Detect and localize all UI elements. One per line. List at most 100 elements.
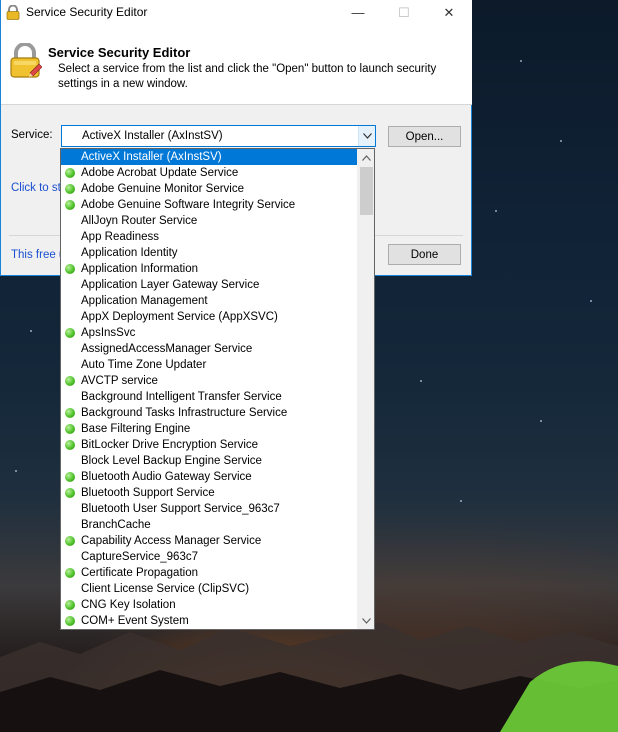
star — [520, 60, 522, 62]
service-list-item-label: Capability Access Manager Service — [81, 535, 262, 547]
service-list-item-label: Adobe Genuine Software Integrity Service — [81, 199, 296, 211]
star — [540, 420, 542, 422]
service-list-item-label: Application Layer Gateway Service — [81, 279, 260, 291]
header-description: Select a service from the list and click… — [58, 63, 437, 90]
service-label: Service: — [11, 129, 53, 141]
running-status-icon — [65, 600, 75, 610]
done-button[interactable]: Done — [388, 244, 461, 265]
star — [590, 300, 592, 302]
service-list-item-label: Certificate Propagation — [81, 567, 198, 579]
running-status-icon — [65, 616, 75, 626]
service-list-item[interactable]: Adobe Acrobat Update Service — [61, 165, 357, 181]
service-list-item-label: BitLocker Drive Encryption Service — [81, 439, 259, 451]
running-status-icon — [65, 440, 75, 450]
service-list-item-label: App Readiness — [81, 231, 159, 243]
service-list-item[interactable]: CaptureService_963c7 — [61, 549, 357, 565]
close-button[interactable]: ✕ — [426, 0, 472, 25]
service-list-item-label: Adobe Genuine Monitor Service — [81, 183, 245, 195]
service-list-item-label: Application Identity — [81, 247, 178, 259]
running-status-icon — [65, 184, 75, 194]
service-list-item[interactable]: AVCTP service — [61, 373, 357, 389]
service-list-item[interactable]: Application Layer Gateway Service — [61, 277, 357, 293]
service-list-item[interactable]: Background Tasks Infrastructure Service — [61, 405, 357, 421]
service-list-item[interactable]: CNG Key Isolation — [61, 597, 357, 613]
service-list-item-label: AssignedAccessManager Service — [81, 343, 253, 355]
scrollbar[interactable] — [357, 149, 374, 629]
star — [460, 500, 462, 502]
service-list-item[interactable]: Background Intelligent Transfer Service — [61, 389, 357, 405]
service-list-item[interactable]: Client License Service (ClipSVC) — [61, 581, 357, 597]
service-list-item[interactable]: AllJoyn Router Service — [61, 213, 357, 229]
running-status-icon — [65, 568, 75, 578]
service-dropdown-list[interactable]: ActiveX Installer (AxInstSV) Adobe Acroba… — [60, 148, 375, 630]
running-status-icon — [65, 472, 75, 482]
running-status-icon — [65, 424, 75, 434]
free-utility-link[interactable]: This free u — [11, 249, 65, 261]
scroll-down-arrow-icon[interactable] — [358, 612, 374, 629]
service-list-item-label: Base Filtering Engine — [81, 423, 191, 435]
service-list-item-label: Application Management — [81, 295, 208, 307]
chevron-down-icon[interactable] — [358, 126, 375, 146]
scrollbar-thumb[interactable] — [360, 167, 373, 215]
service-list-item[interactable]: Auto Time Zone Updater — [61, 357, 357, 373]
padlock-pencil-icon — [8, 42, 43, 82]
service-list-item[interactable]: AppX Deployment Service (AppXSVC) — [61, 309, 357, 325]
service-list-item-label: CNG Key Isolation — [81, 599, 176, 611]
header-title: Service Security Editor — [48, 45, 191, 60]
service-list-item[interactable]: Base Filtering Engine — [61, 421, 357, 437]
service-list-item[interactable]: AssignedAccessManager Service — [61, 341, 357, 357]
service-list-item[interactable]: Bluetooth Audio Gateway Service — [61, 469, 357, 485]
service-list-item[interactable]: COM+ Event System — [61, 613, 357, 629]
service-list-item[interactable]: Bluetooth Support Service — [61, 485, 357, 501]
service-list-item-label: Bluetooth Support Service — [81, 487, 215, 499]
running-status-icon — [65, 536, 75, 546]
title-bar[interactable]: Service Security Editor — ☐ ✕ — [1, 0, 472, 25]
service-list-item-label: AVCTP service — [81, 375, 158, 387]
running-status-icon — [65, 168, 75, 178]
open-button[interactable]: Open... — [388, 126, 461, 147]
service-list-item-label: ActiveX Installer (AxInstSV) — [81, 151, 222, 163]
scroll-up-arrow-icon[interactable] — [358, 149, 374, 166]
service-list: ActiveX Installer (AxInstSV) Adobe Acroba… — [61, 149, 357, 629]
click-to-start-link[interactable]: Click to sta — [11, 182, 67, 194]
star — [15, 470, 17, 472]
service-list-item[interactable]: Capability Access Manager Service — [61, 533, 357, 549]
header-panel: Service Security Editor Select a service… — [1, 25, 472, 105]
service-list-item[interactable]: Application Identity — [61, 245, 357, 261]
service-combobox-value: ActiveX Installer (AxInstSV) — [82, 130, 223, 142]
service-list-item-label: COM+ Event System — [81, 615, 189, 627]
window-title: Service Security Editor — [26, 5, 148, 19]
running-status-icon — [65, 376, 75, 386]
service-list-item-label: Bluetooth Audio Gateway Service — [81, 471, 252, 483]
minimize-button[interactable]: — — [335, 0, 381, 25]
service-list-item[interactable]: ApsInsSvc — [61, 325, 357, 341]
service-list-item-label: Application Information — [81, 263, 198, 275]
service-list-item-label: Client License Service (ClipSVC) — [81, 583, 250, 595]
running-status-icon — [65, 264, 75, 274]
maximize-button[interactable]: ☐ — [381, 0, 427, 25]
running-status-icon — [65, 488, 75, 498]
service-list-item[interactable]: BranchCache — [61, 517, 357, 533]
service-list-item[interactable]: BitLocker Drive Encryption Service — [61, 437, 357, 453]
running-status-icon — [65, 328, 75, 338]
service-list-item[interactable]: Application Information — [61, 261, 357, 277]
service-list-item-label: Block Level Backup Engine Service — [81, 455, 262, 467]
padlock-icon — [6, 4, 20, 23]
service-list-item[interactable]: Block Level Backup Engine Service — [61, 453, 357, 469]
service-list-item[interactable]: Bluetooth User Support Service_963c7 — [61, 501, 357, 517]
service-list-item-label: BranchCache — [81, 519, 151, 531]
running-status-icon — [65, 408, 75, 418]
service-list-item[interactable]: Adobe Genuine Software Integrity Service — [61, 197, 357, 213]
service-list-item[interactable]: Adobe Genuine Monitor Service — [61, 181, 357, 197]
service-list-item-label: Background Intelligent Transfer Service — [81, 391, 282, 403]
star — [30, 330, 32, 332]
service-combobox[interactable]: ActiveX Installer (AxInstSV) — [61, 125, 376, 147]
service-list-item[interactable]: App Readiness — [61, 229, 357, 245]
service-list-item[interactable]: Certificate Propagation — [61, 565, 357, 581]
star — [420, 380, 422, 382]
service-list-item[interactable]: ActiveX Installer (AxInstSV) — [61, 149, 357, 165]
service-list-item[interactable]: Application Management — [61, 293, 357, 309]
service-list-item-label: Background Tasks Infrastructure Service — [81, 407, 288, 419]
service-list-item-label: ApsInsSvc — [81, 327, 136, 339]
service-list-item-label: Bluetooth User Support Service_963c7 — [81, 503, 280, 515]
